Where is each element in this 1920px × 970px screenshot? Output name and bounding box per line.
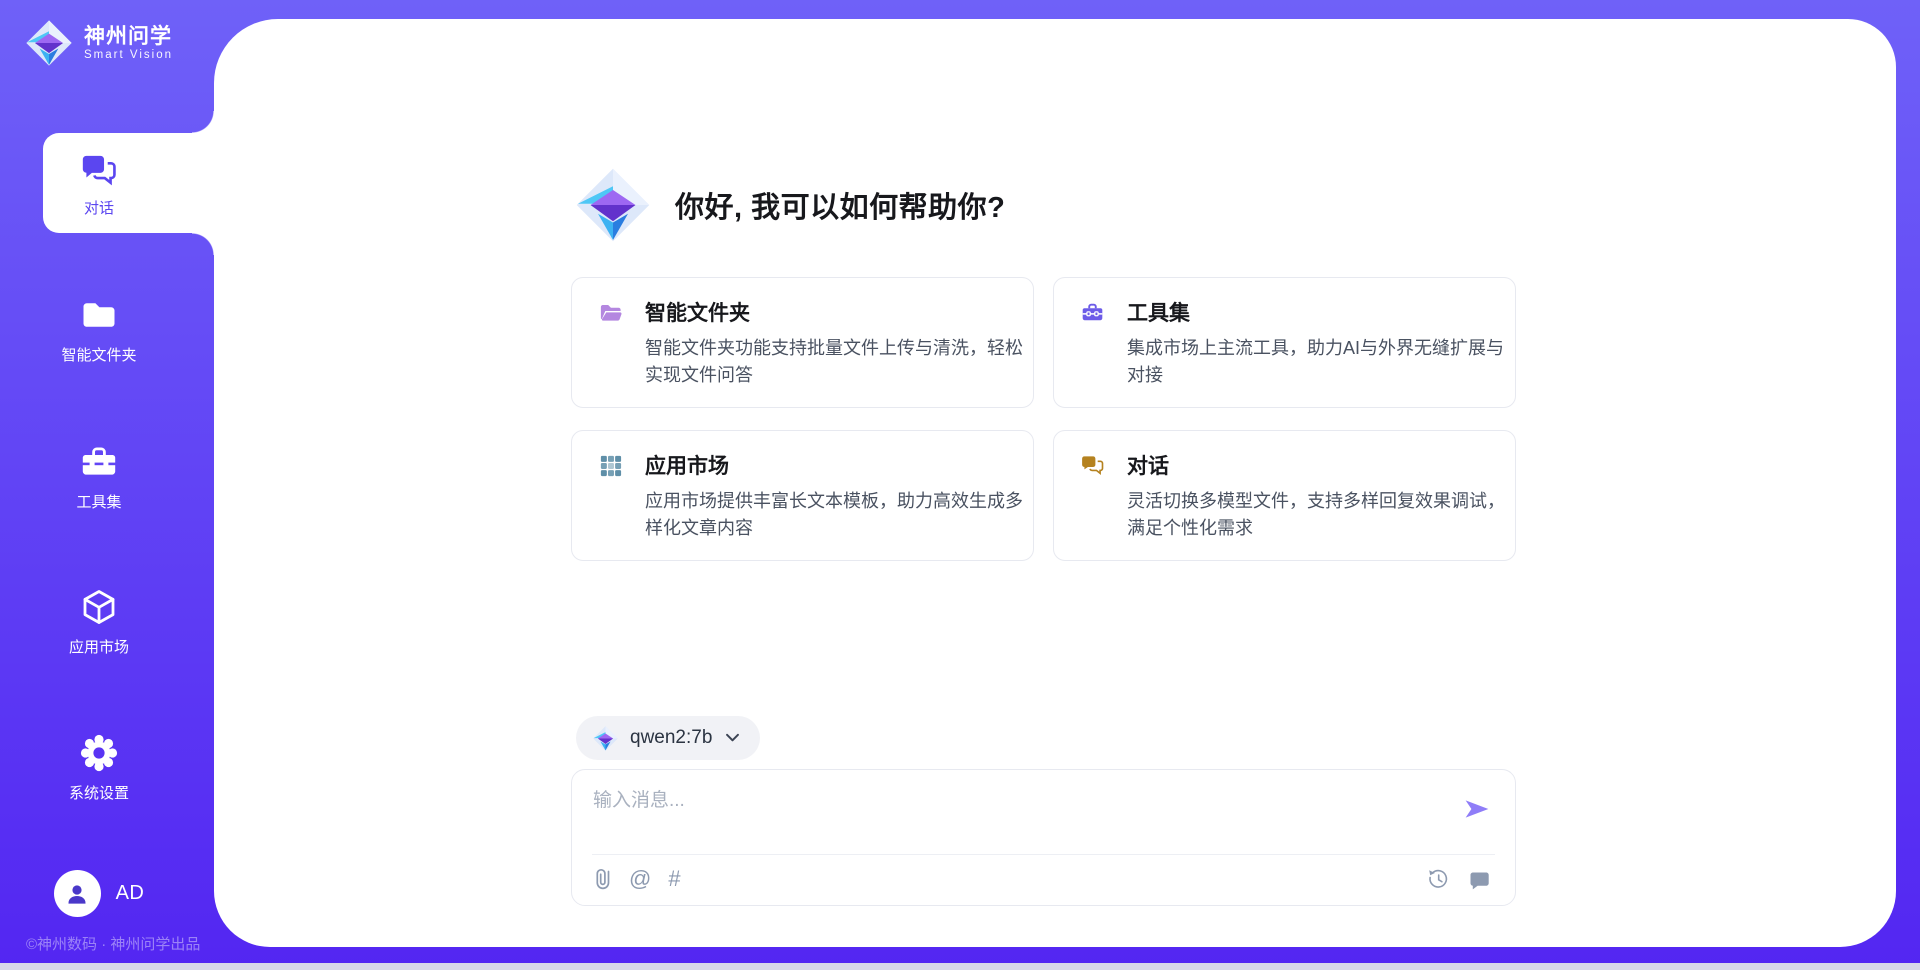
sidebar-item-settings[interactable]: 系统设置 <box>0 733 198 803</box>
avatar <box>54 870 101 917</box>
card-description: 集成市场上主流工具，助力AI与外界无缝扩展与对接 <box>1127 335 1512 389</box>
toolbox-icon <box>79 442 119 482</box>
card-smart-folder[interactable]: 智能文件夹 智能文件夹功能支持批量文件上传与清洗，轻松实现文件问答 <box>571 277 1034 408</box>
composer-divider <box>592 854 1495 855</box>
model-logo-gem-icon <box>592 725 619 752</box>
card-description: 智能文件夹功能支持批量文件上传与清洗，轻松实现文件问答 <box>645 335 1030 389</box>
sidebar-item-app-market[interactable]: 应用市场 <box>0 587 198 657</box>
card-title: 应用市场 <box>645 450 729 480</box>
sidebar: 神州问学 Smart Vision 对话 智能文件夹 <box>0 0 214 970</box>
card-description: 灵活切换多模型文件，支持多样回复效果调试，满足个性化需求 <box>1127 488 1512 542</box>
person-icon <box>63 880 91 908</box>
user-account[interactable]: AD <box>0 870 198 917</box>
sidebar-item-label: 系统设置 <box>69 782 129 803</box>
paperclip-icon[interactable] <box>594 866 612 891</box>
sidebar-item-label: 工具集 <box>76 491 121 512</box>
folder-icon <box>79 295 119 335</box>
card-header: 智能文件夹 <box>598 297 1009 327</box>
copyright-text: ©神州数码 · 神州问学出品 <box>26 933 200 954</box>
message-input[interactable] <box>593 785 1453 843</box>
sidebar-item-toolset[interactable]: 工具集 <box>0 442 198 512</box>
chevron-down-icon <box>725 733 740 743</box>
toolbox-icon <box>1080 300 1105 325</box>
brand-name: 神州问学 <box>84 25 173 48</box>
send-icon[interactable] <box>1463 796 1491 822</box>
card-title: 对话 <box>1127 450 1169 480</box>
greeting-section: 你好, 我可以如何帮助你? <box>571 150 1516 260</box>
app-logo-gem-icon <box>573 165 653 245</box>
hashtag-icon[interactable]: # <box>668 868 680 890</box>
tab-fillet-top <box>192 111 214 133</box>
composer-toolbar-right <box>1427 868 1491 891</box>
brand: 神州问学 Smart Vision <box>24 18 173 68</box>
gear-icon <box>79 733 119 773</box>
card-header: 应用市场 <box>598 450 1009 480</box>
package-cube-icon <box>79 587 119 627</box>
sidebar-item-label: 对话 <box>84 197 114 218</box>
model-name: qwen2:7b <box>630 727 712 749</box>
chat-bubbles-icon <box>1080 453 1105 478</box>
user-name: AD <box>116 882 145 905</box>
mention-icon[interactable]: @ <box>629 868 651 890</box>
card-toolset[interactable]: 工具集 集成市场上主流工具，助力AI与外界无缝扩展与对接 <box>1053 277 1516 408</box>
window-bottom-edge <box>0 963 1920 970</box>
brand-text: 神州问学 Smart Vision <box>84 25 173 60</box>
chat-panel-icon[interactable] <box>1468 869 1491 891</box>
folder-open-icon <box>598 300 623 325</box>
card-header: 工具集 <box>1080 297 1491 327</box>
message-composer: @ # <box>571 769 1516 906</box>
history-clock-icon[interactable] <box>1427 868 1450 891</box>
tab-fillet-bottom <box>192 233 214 255</box>
composer-toolbar-left: @ # <box>594 866 681 891</box>
sidebar-item-label: 应用市场 <box>69 636 129 657</box>
grid-icon <box>598 453 623 478</box>
chat-bubbles-icon <box>78 149 120 191</box>
app-window: 你好, 我可以如何帮助你? 智能文件夹 智能文件夹功能支持批量文件上传与清洗，轻… <box>0 0 1920 970</box>
card-description: 应用市场提供丰富长文本模板，助力高效生成多样化文章内容 <box>645 488 1030 542</box>
sidebar-item-chat-active[interactable]: 对话 <box>43 133 214 233</box>
sidebar-item-smart-folder[interactable]: 智能文件夹 <box>0 295 198 365</box>
model-selector[interactable]: qwen2:7b <box>576 716 760 760</box>
card-app-market[interactable]: 应用市场 应用市场提供丰富长文本模板，助力高效生成多样化文章内容 <box>571 430 1034 561</box>
brand-logo-gem-icon <box>24 18 74 68</box>
card-title: 智能文件夹 <box>645 297 750 327</box>
feature-cards: 智能文件夹 智能文件夹功能支持批量文件上传与清洗，轻松实现文件问答 工具集 集成… <box>571 277 1516 561</box>
brand-subtitle: Smart Vision <box>84 49 173 61</box>
card-chat[interactable]: 对话 灵活切换多模型文件，支持多样回复效果调试，满足个性化需求 <box>1053 430 1516 561</box>
sidebar-item-label: 智能文件夹 <box>61 344 136 365</box>
greeting-title: 你好, 我可以如何帮助你? <box>675 184 1005 226</box>
card-header: 对话 <box>1080 450 1491 480</box>
main-content-panel: 你好, 我可以如何帮助你? 智能文件夹 智能文件夹功能支持批量文件上传与清洗，轻… <box>214 19 1896 947</box>
card-title: 工具集 <box>1127 297 1190 327</box>
